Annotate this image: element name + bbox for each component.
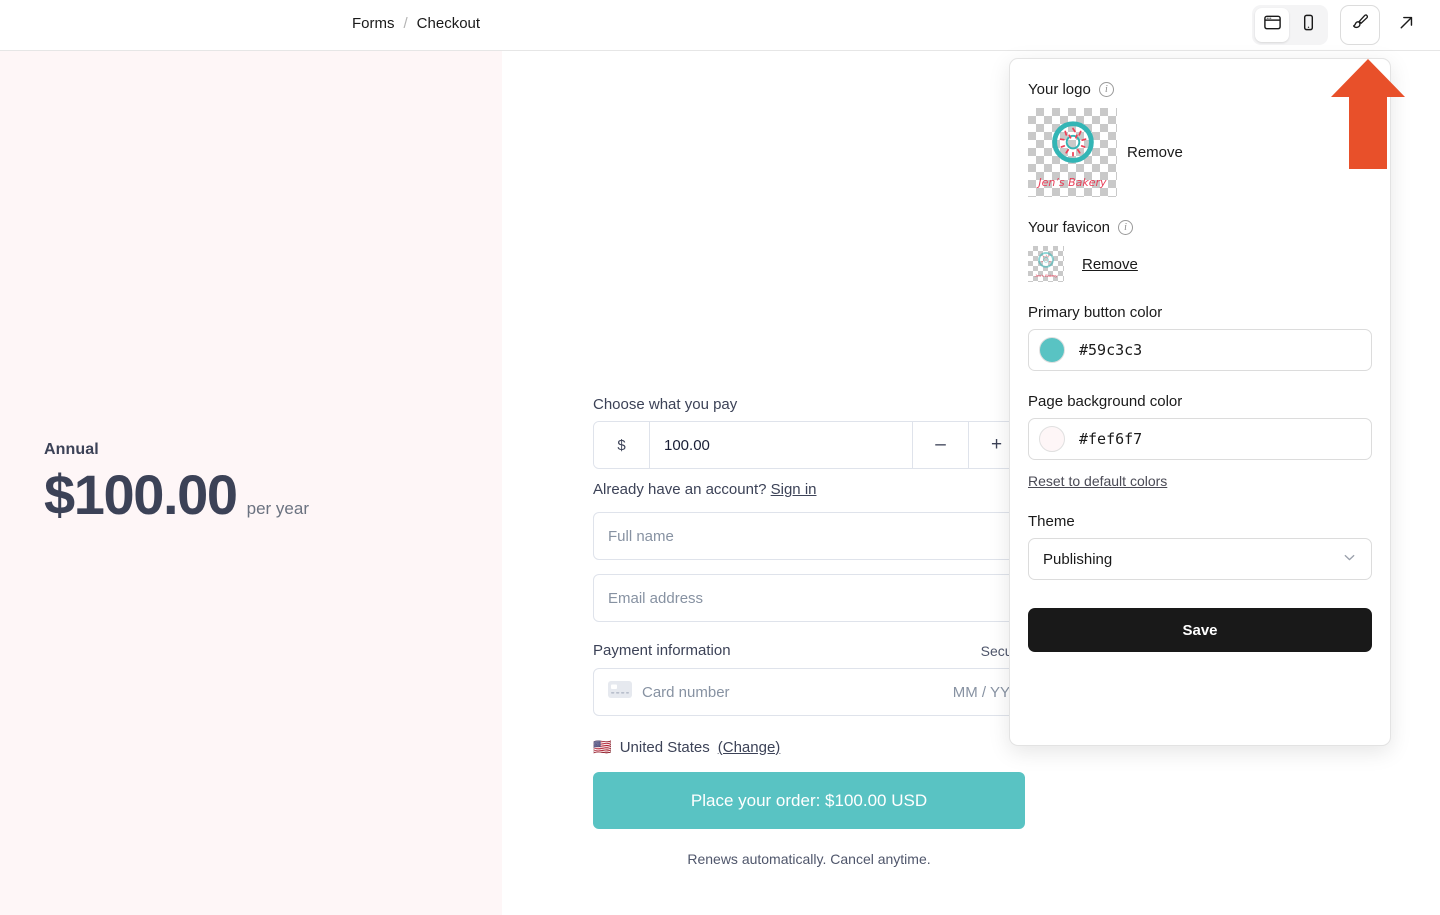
signin-row: Already have an account? Sign in bbox=[593, 481, 1025, 498]
change-country-link[interactable]: (Change) bbox=[718, 739, 781, 756]
favicon-section-label: Your favicon i bbox=[1028, 219, 1372, 236]
branding-button[interactable] bbox=[1340, 5, 1380, 45]
page-background-field[interactable]: #fef6f7 bbox=[1028, 418, 1372, 460]
amount-input-group: $ 100.00 – + bbox=[593, 421, 1025, 469]
page-background-label: Page background color bbox=[1028, 393, 1183, 410]
open-external-button[interactable] bbox=[1386, 5, 1426, 45]
theme-block: Theme Publishing bbox=[1028, 513, 1372, 580]
branding-panel: Your logo i Jen’s Bakery Remove Your fav… bbox=[1009, 58, 1391, 746]
remove-logo-button[interactable]: Remove bbox=[1127, 144, 1183, 161]
logo-brand-text: Jen’s Bakery bbox=[1038, 176, 1107, 189]
credit-card-icon bbox=[608, 681, 632, 703]
primary-color-label: Primary button color bbox=[1028, 304, 1163, 321]
brush-branding-icon bbox=[1350, 12, 1371, 38]
country-row: 🇺🇸 United States (Change) bbox=[593, 738, 1025, 757]
chevron-down-icon bbox=[1342, 550, 1357, 569]
favicon-thumbnail: Jen’s Bakery bbox=[1028, 246, 1064, 282]
price-amount: $100.00 bbox=[44, 463, 238, 526]
remove-favicon-button[interactable]: Remove bbox=[1082, 256, 1138, 273]
donut-favicon-icon bbox=[1038, 252, 1054, 268]
desktop-preview-button[interactable] bbox=[1255, 8, 1289, 42]
theme-label: Theme bbox=[1028, 513, 1075, 530]
favicon-brand-text: Jen’s Bakery bbox=[1034, 273, 1058, 278]
amount-input[interactable]: 100.00 bbox=[650, 422, 912, 468]
country-flag-icon: 🇺🇸 bbox=[593, 739, 612, 756]
favicon-row: Jen’s Bakery Remove bbox=[1028, 246, 1372, 282]
info-icon[interactable]: i bbox=[1098, 82, 1114, 97]
account-prompt: Already have an account? bbox=[593, 481, 767, 498]
amount-label: Choose what you pay bbox=[593, 396, 738, 413]
payment-label: Payment information bbox=[593, 642, 731, 659]
page-background-swatch[interactable] bbox=[1039, 426, 1065, 452]
full-name-input[interactable]: Full name bbox=[593, 512, 1025, 560]
top-bar: Forms / Checkout bbox=[0, 0, 1440, 51]
currency-symbol: $ bbox=[594, 422, 650, 468]
desktop-preview-icon bbox=[1263, 13, 1282, 37]
card-number-input[interactable]: Card number MM / YY bbox=[593, 668, 1025, 716]
price-period: per year bbox=[246, 499, 310, 518]
breadcrumb-current: Checkout bbox=[416, 15, 481, 32]
logo-thumbnail: Jen’s Bakery bbox=[1028, 108, 1117, 197]
primary-color-swatch[interactable] bbox=[1039, 337, 1065, 363]
checkout-form: Choose what you pay $ 100.00 – + Already… bbox=[593, 396, 1025, 867]
theme-selected-value: Publishing bbox=[1043, 550, 1113, 568]
save-button[interactable]: Save bbox=[1028, 608, 1372, 652]
logo-section-label: Your logo i bbox=[1028, 81, 1372, 98]
breadcrumb: Forms / Checkout bbox=[352, 15, 480, 32]
mobile-preview-button[interactable] bbox=[1291, 8, 1325, 42]
logo-row: Jen’s Bakery Remove bbox=[1028, 108, 1372, 197]
card-number-placeholder: Card number bbox=[642, 683, 730, 701]
page-background-block: Page background color #fef6f7 Reset to d… bbox=[1028, 393, 1372, 491]
price-block: Annual $100.00 per year bbox=[44, 441, 309, 523]
breadcrumb-separator: / bbox=[403, 15, 408, 32]
breadcrumb-root[interactable]: Forms bbox=[352, 15, 395, 32]
info-icon[interactable]: i bbox=[1118, 220, 1134, 235]
viewport-toggle-group bbox=[1252, 5, 1328, 45]
renewal-note: Renews automatically. Cancel anytime. bbox=[687, 851, 931, 867]
preview-toolbar bbox=[1252, 5, 1426, 45]
open-external-icon bbox=[1396, 12, 1417, 38]
place-order-button[interactable]: Place your order: $100.00 USD bbox=[593, 772, 1025, 829]
primary-color-value: #59c3c3 bbox=[1079, 341, 1143, 359]
mobile-preview-icon bbox=[1299, 13, 1318, 37]
favicon-label-text: Your favicon bbox=[1028, 219, 1111, 236]
primary-color-block: Primary button color #59c3c3 bbox=[1028, 304, 1372, 371]
theme-select[interactable]: Publishing bbox=[1028, 538, 1372, 580]
signin-link[interactable]: Sign in bbox=[771, 481, 817, 498]
reset-colors-link[interactable]: Reset to default colors bbox=[1028, 473, 1167, 489]
email-input[interactable]: Email address bbox=[593, 574, 1025, 622]
country-name: United States bbox=[619, 738, 710, 756]
logo-label-text: Your logo bbox=[1028, 81, 1091, 98]
donut-logo-icon bbox=[1051, 121, 1094, 163]
page-background-value: #fef6f7 bbox=[1079, 430, 1143, 448]
card-expiry-placeholder: MM / YY bbox=[952, 683, 1010, 701]
payment-header: Payment information Secure bbox=[593, 642, 1025, 659]
pricing-panel: Annual $100.00 per year bbox=[0, 51, 502, 915]
primary-color-field[interactable]: #59c3c3 bbox=[1028, 329, 1372, 371]
amount-decrement-button[interactable]: – bbox=[912, 422, 968, 468]
plan-name: Annual bbox=[44, 441, 99, 458]
